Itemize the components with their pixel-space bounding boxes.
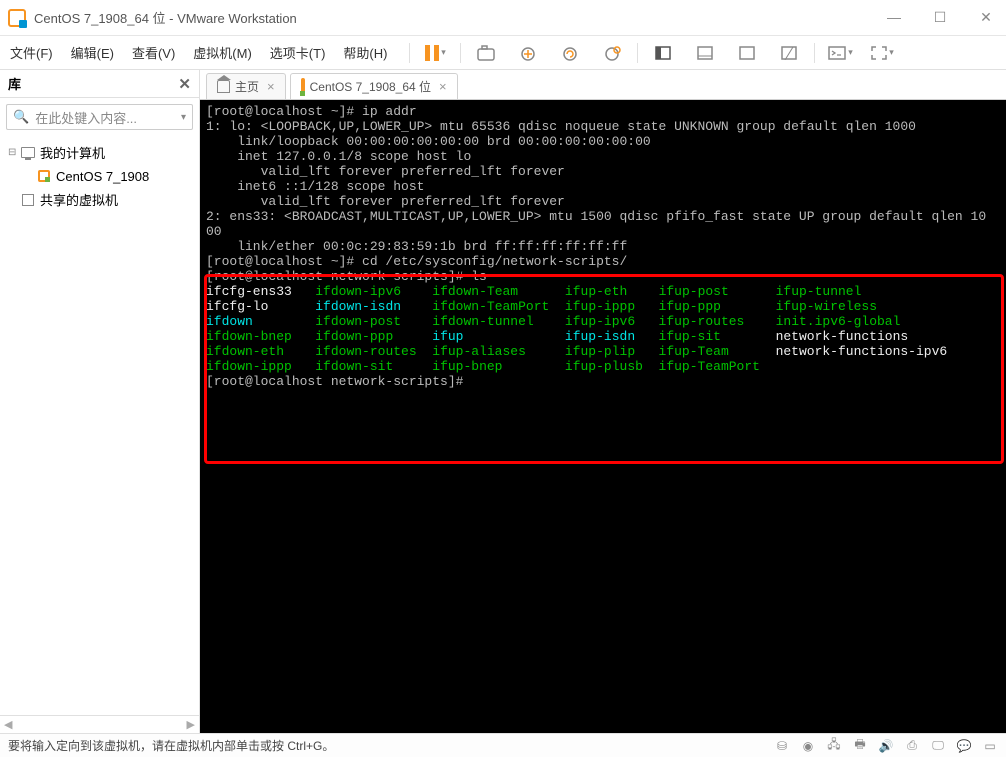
vm-console[interactable]: [root@localhost ~]# ip addr 1: lo: <LOOP…: [200, 100, 1006, 733]
window-title: CentOS 7_1908_64 位 - VMware Workstation: [34, 8, 882, 27]
tab-vm-close[interactable]: ×: [439, 79, 447, 94]
menu-file[interactable]: 文件(F): [10, 43, 53, 62]
printer-icon[interactable]: 🖶: [852, 739, 868, 753]
home-icon: [217, 80, 230, 93]
menu-tabs[interactable]: 选项卡(T): [270, 43, 326, 62]
console-toggle-button[interactable]: ▾: [819, 39, 861, 67]
network2-icon[interactable]: 🖧: [826, 739, 842, 753]
pause-button[interactable]: ▾: [414, 39, 456, 67]
tab-vm-centos[interactable]: CentOS 7_1908_64 位 ×: [290, 73, 458, 99]
status-device-icons: ⛁ ◉ 🖧 🖶 🔊 ⎙ 🖵 💬 ▭: [774, 739, 998, 753]
library-tree: ⊟ 我的计算机 CentOS 7_1908 共享的虚拟机: [0, 136, 199, 715]
vmware-icon: [8, 9, 26, 27]
sidebar-title: 库: [8, 74, 21, 93]
tree-root-my-computer[interactable]: ⊟ 我的计算机: [0, 140, 199, 165]
close-button[interactable]: ✕: [974, 9, 998, 26]
fullscreen-button[interactable]: ▾: [861, 39, 903, 67]
tree-vm-centos[interactable]: CentOS 7_1908: [0, 165, 199, 187]
titlebar: CentOS 7_1908_64 位 - VMware Workstation …: [0, 0, 1006, 36]
device-icon[interactable]: ▭: [982, 739, 998, 753]
sound-icon[interactable]: 🔊: [878, 739, 894, 753]
snapshot-revert-button[interactable]: [549, 39, 591, 67]
sidebar-header: 库 ✕: [0, 70, 199, 98]
vm-running-icon: [301, 78, 305, 96]
tab-home[interactable]: 主页 ×: [206, 73, 286, 99]
cd-icon[interactable]: ◉: [800, 739, 816, 753]
menu-help[interactable]: 帮助(H): [343, 43, 387, 62]
view-single-button[interactable]: [642, 39, 684, 67]
search-icon: 🔍: [13, 109, 29, 125]
sidebar-scroll-hint[interactable]: ◀▶: [0, 715, 199, 733]
search-placeholder: 在此处键入内容...: [35, 108, 137, 127]
menu-view[interactable]: 查看(V): [132, 43, 175, 62]
shared-icon: [22, 194, 34, 206]
search-input[interactable]: 🔍 在此处键入内容... ▾: [6, 104, 193, 130]
maximize-button[interactable]: ☐: [928, 9, 952, 26]
tree-shared-vms[interactable]: 共享的虚拟机: [0, 187, 199, 212]
tab-bar: 主页 × CentOS 7_1908_64 位 ×: [200, 70, 1006, 100]
minimize-button[interactable]: —: [882, 9, 906, 26]
display-icon[interactable]: 🖵: [930, 739, 946, 753]
sidebar: 库 ✕ 🔍 在此处键入内容... ▾ ⊟ 我的计算机 CentOS 7_1908…: [0, 70, 200, 733]
snapshot-manager-button[interactable]: [591, 39, 633, 67]
search-dropdown-icon[interactable]: ▾: [181, 112, 186, 123]
menu-vm[interactable]: 虚拟机(M): [193, 43, 252, 62]
snapshot-take-button[interactable]: [507, 39, 549, 67]
menubar: 文件(F) 编辑(E) 查看(V) 虚拟机(M) 选项卡(T) 帮助(H) ▾ …: [0, 36, 1006, 70]
view-console-button[interactable]: [726, 39, 768, 67]
view-thumbnail-button[interactable]: [684, 39, 726, 67]
tab-home-close[interactable]: ×: [267, 79, 275, 94]
snapshot-button[interactable]: [465, 39, 507, 67]
computer-icon: [21, 147, 35, 158]
sidebar-close-button[interactable]: ✕: [178, 75, 191, 93]
message-icon[interactable]: 💬: [956, 739, 972, 753]
statusbar: 要将输入定向到该虚拟机，请在虚拟机内部单击或按 Ctrl+G。 ⛁ ◉ 🖧 🖶 …: [0, 733, 1006, 757]
menu-edit[interactable]: 编辑(E): [71, 43, 114, 62]
harddisk-icon[interactable]: ⛁: [774, 739, 790, 753]
view-unity-button[interactable]: [768, 39, 810, 67]
status-text: 要将输入定向到该虚拟机，请在虚拟机内部单击或按 Ctrl+G。: [8, 737, 334, 754]
vm-running-icon: [38, 170, 50, 182]
usb-icon[interactable]: ⎙: [904, 739, 920, 753]
